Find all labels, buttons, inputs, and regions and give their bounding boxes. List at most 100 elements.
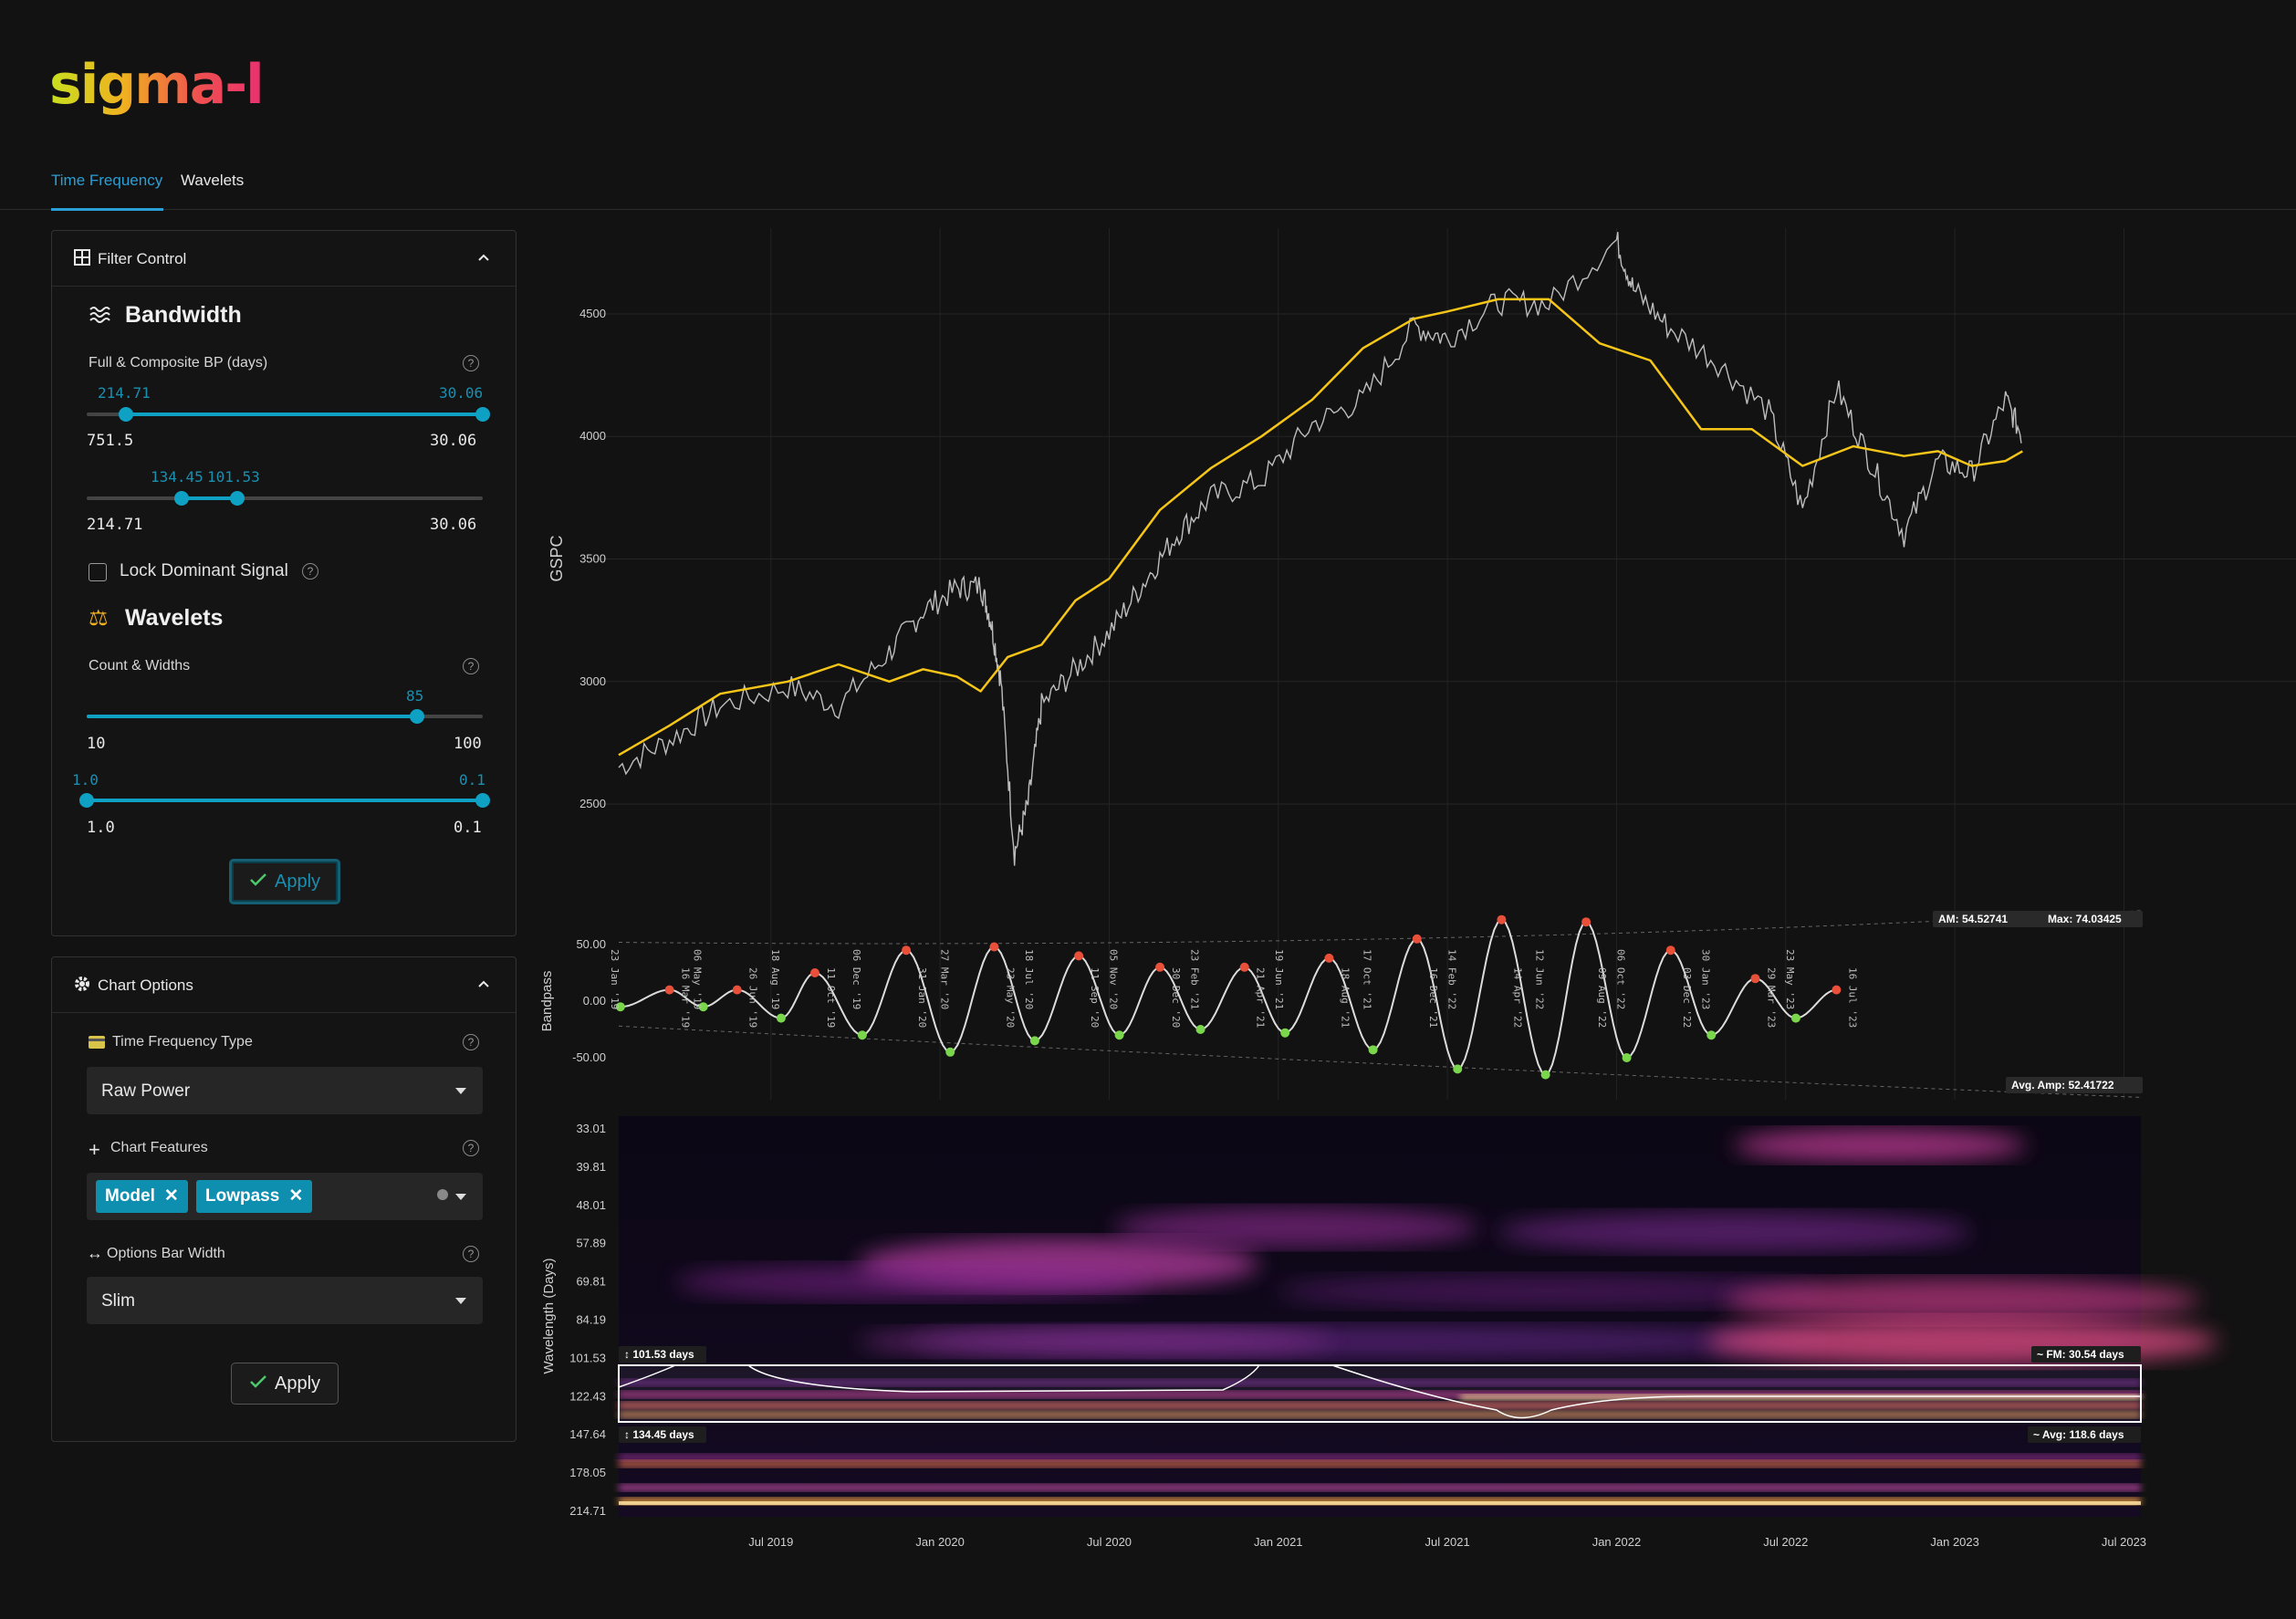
wavelength-tick-label: 178.05 bbox=[569, 1466, 606, 1479]
cycle-date-label: 14 Apr '22 bbox=[1511, 967, 1523, 1028]
price-series bbox=[618, 232, 2023, 866]
cycle-date-label: 12 Jun '22 bbox=[1534, 949, 1546, 1009]
amplitude-envelope-lower bbox=[618, 1025, 2142, 1098]
cycle-date-label: 09 Aug '22 bbox=[1596, 967, 1608, 1028]
cycle-date-label: 19 Jun '21 bbox=[1273, 949, 1285, 1009]
heatmap-band bbox=[619, 1460, 2141, 1468]
trough-marker bbox=[1280, 1028, 1290, 1038]
heatmap-band bbox=[619, 1501, 2141, 1505]
heatmap-band bbox=[619, 1484, 2141, 1491]
cycle-date-label: 30 Dec '20 bbox=[1170, 967, 1182, 1028]
cycle-date-label: 31 Jan '20 bbox=[916, 967, 928, 1028]
x-tick-label: Jul 2021 bbox=[1425, 1535, 1470, 1549]
peak-marker bbox=[902, 945, 912, 956]
trough-marker bbox=[1368, 1045, 1378, 1055]
upper-band-label: ↕ 101.53 days bbox=[624, 1348, 694, 1361]
trough-marker bbox=[857, 1030, 867, 1040]
peak-marker bbox=[1155, 962, 1165, 972]
peak-marker bbox=[1581, 917, 1592, 927]
trough-marker bbox=[1195, 1025, 1205, 1034]
wavelength-tick-label: 147.64 bbox=[569, 1427, 606, 1441]
cycle-date-label: 17 Oct '21 bbox=[1362, 949, 1373, 1009]
cycle-date-label: 05 Nov '20 bbox=[1108, 949, 1120, 1009]
wavelength-tick-label: 69.81 bbox=[576, 1275, 606, 1289]
cycle-date-label: 30 Jan '23 bbox=[1699, 949, 1711, 1009]
peak-marker bbox=[1074, 951, 1084, 961]
x-tick-label: Jan 2022 bbox=[1592, 1535, 1642, 1549]
peak-marker bbox=[989, 942, 999, 952]
selected-band-box bbox=[618, 1364, 2142, 1423]
cycle-date-label: 26 Jun '19 bbox=[747, 967, 759, 1028]
trough-marker bbox=[1540, 1070, 1550, 1080]
cycle-date-label: 06 May '19 bbox=[692, 949, 704, 1009]
x-tick-label: Jul 2020 bbox=[1087, 1535, 1132, 1549]
cycle-date-label: 27 Mar '20 bbox=[938, 949, 950, 1009]
price-tick-label: 4000 bbox=[579, 429, 606, 443]
peak-marker bbox=[1665, 945, 1675, 956]
x-tick-label: Jan 2021 bbox=[1254, 1535, 1303, 1549]
peak-marker bbox=[1324, 953, 1334, 963]
fm-label: ~ FM: 30.54 days bbox=[2037, 1348, 2124, 1361]
trough-marker bbox=[1114, 1030, 1124, 1040]
wavelength-tick-label: 48.01 bbox=[576, 1198, 606, 1212]
lowpass-line bbox=[618, 298, 2023, 757]
price-tick-label: 3500 bbox=[579, 552, 606, 566]
lower-band-label: ↕ 134.45 days bbox=[624, 1428, 694, 1441]
time-x-axis: Jul 2019 Jan 2020 Jul 2020 Jan 2021 Jul 2021… bbox=[748, 1535, 2146, 1549]
price-y-axis: 2500 3000 3500 4000 4500 GSPC bbox=[548, 307, 606, 810]
time-frequency-chart[interactable]: 2500 3000 3500 4000 4500 GSPC 50.00 0.00 -50.00… bbox=[0, 0, 2296, 1619]
bandpass-line bbox=[620, 918, 1837, 1076]
peak-marker bbox=[664, 985, 674, 995]
heatmap-band bbox=[619, 1454, 2141, 1461]
cycle-date-label: 23 May '23 bbox=[1784, 949, 1796, 1009]
cycle-date-label: 29 Mar '23 bbox=[1765, 967, 1777, 1028]
cycle-date-label: 14 Feb '22 bbox=[1445, 949, 1457, 1009]
wavelength-tick-label: 214.71 bbox=[569, 1504, 606, 1518]
heatmap-blob bbox=[1725, 1279, 2199, 1322]
trough-marker bbox=[1706, 1030, 1717, 1040]
wavelength-tick-label: 39.81 bbox=[576, 1160, 606, 1174]
heatmap-blob bbox=[1734, 1129, 2026, 1162]
peak-marker bbox=[1832, 985, 1842, 995]
cycle-date-label: 06 Dec '19 bbox=[851, 949, 862, 1009]
trough-marker bbox=[1622, 1053, 1632, 1062]
price-tick-label: 3000 bbox=[579, 674, 606, 688]
peak-marker bbox=[1750, 974, 1760, 984]
cycle-date-label: 23 Feb '21 bbox=[1189, 949, 1201, 1009]
cycle-date-label: 18 Aug '19 bbox=[769, 949, 781, 1009]
wavelength-tick-label: 57.89 bbox=[576, 1237, 606, 1250]
wavelength-axis-title: Wavelength (Days) bbox=[541, 1259, 557, 1374]
cycle-date-label: 11 Sep '20 bbox=[1089, 967, 1101, 1028]
cycle-date-label: 21 Apr '21 bbox=[1255, 967, 1267, 1028]
cycle-date-label: 23 May '20 bbox=[1004, 967, 1016, 1028]
cycle-date-label: 16 Dec '21 bbox=[1427, 967, 1439, 1028]
cycle-date-label: 16 Mar '19 bbox=[680, 967, 692, 1028]
cycle-date-label: 18 Jul '20 bbox=[1023, 949, 1035, 1009]
trough-marker bbox=[1029, 1036, 1039, 1046]
bandpass-tick-label: 50.00 bbox=[576, 937, 606, 951]
wavelength-tick-label: 101.53 bbox=[569, 1351, 606, 1364]
price-tick-label: 4500 bbox=[579, 307, 606, 320]
x-tick-label: Jul 2023 bbox=[2102, 1535, 2146, 1549]
cycle-date-label: 06 Oct '22 bbox=[1615, 949, 1627, 1009]
heatmap-blob bbox=[858, 1327, 1332, 1356]
cycle-date-label: 23 Jan '19 bbox=[609, 949, 621, 1009]
cycle-date-label: 18 Aug '21 bbox=[1339, 967, 1351, 1028]
bandpass-y-axis: 50.00 0.00 -50.00 Bandpass bbox=[539, 937, 606, 1064]
price-line bbox=[618, 232, 2022, 866]
heatmap-blob bbox=[1113, 1207, 1478, 1248]
x-tick-label: Jan 2020 bbox=[915, 1535, 965, 1549]
avg-amp-annotation: Avg. Amp: 52.41722 bbox=[2011, 1079, 2114, 1092]
trough-marker bbox=[1453, 1064, 1463, 1074]
cycle-date-label: 03 Dec '22 bbox=[1681, 967, 1693, 1028]
chart-gridlines bbox=[593, 228, 2296, 1100]
wavelength-tick-label: 33.01 bbox=[576, 1122, 606, 1135]
amplitude-envelope-upper bbox=[618, 910, 2142, 945]
cycle-date-label: 11 Oct '19 bbox=[825, 967, 837, 1028]
cycle-date-label: 16 Jul '23 bbox=[1846, 967, 1858, 1028]
bandpass-series: 23 Jan '19 16 Mar '19 06 May '19 26 Jun '19… bbox=[609, 910, 2143, 1098]
x-tick-label: Jan 2023 bbox=[1930, 1535, 1979, 1549]
bandpass-tick-label: -50.00 bbox=[572, 1050, 606, 1064]
peak-marker bbox=[1412, 934, 1422, 944]
x-tick-label: Jul 2019 bbox=[748, 1535, 793, 1549]
